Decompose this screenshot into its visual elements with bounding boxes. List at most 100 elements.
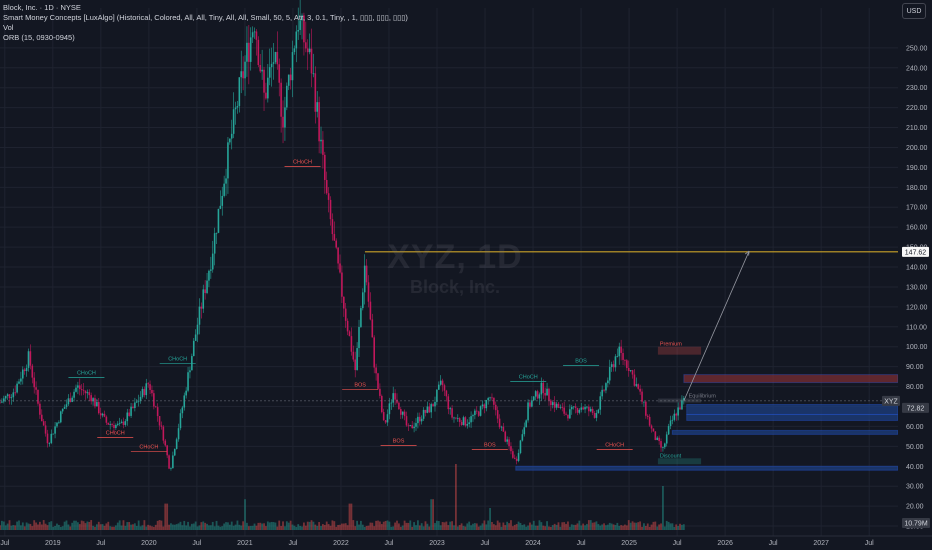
volume-bar — [407, 522, 410, 530]
volume-bar — [561, 522, 564, 530]
volume-bar — [352, 520, 355, 530]
volume-bar — [515, 524, 518, 530]
volume-bar — [4, 525, 7, 530]
volume-bar — [209, 525, 212, 530]
volume-bar — [673, 526, 676, 530]
candle-body — [128, 412, 130, 416]
volume-bar — [14, 525, 17, 530]
volume-bar — [565, 523, 567, 530]
candle-body — [428, 406, 431, 413]
volume-bar — [200, 522, 203, 530]
candle-body — [422, 409, 425, 419]
candle-body — [44, 425, 47, 434]
candle-body — [654, 431, 657, 441]
time-tick-label: Jul — [96, 540, 105, 547]
volume-bar — [584, 525, 586, 530]
zone-label-premium: Premium — [660, 342, 682, 348]
candle-body — [508, 439, 510, 447]
volume-bar — [16, 521, 18, 530]
volume-bar — [551, 525, 554, 530]
volume-bar — [344, 523, 347, 530]
volume-bar — [211, 521, 214, 530]
candle-body — [569, 409, 571, 419]
candle-body — [637, 384, 640, 389]
legend-indicator-orb[interactable]: ORB (15, 0930-0945) — [3, 33, 408, 43]
volume-bar — [428, 526, 431, 530]
volume-bar — [451, 521, 453, 530]
volume-bar — [170, 523, 172, 530]
volume-bar — [179, 521, 182, 530]
volume-bar — [272, 522, 275, 530]
volume-bar — [46, 525, 49, 530]
price-tick-label: 250.00 — [906, 45, 928, 52]
volume-bar — [625, 525, 628, 530]
currency-button[interactable]: USD — [902, 3, 926, 19]
legend-indicator-smc[interactable]: Smart Money Concepts [LuxAlgo] (Historic… — [3, 13, 408, 23]
volume-bar — [289, 520, 292, 530]
volume-bar — [494, 525, 497, 530]
candle-body — [584, 407, 586, 410]
volume-bar — [82, 521, 85, 530]
volume-bar — [542, 525, 545, 530]
volume-bar — [485, 524, 488, 530]
candle-body — [603, 389, 605, 391]
symbol-watermark: XYZ, 1D Block, Inc. — [370, 238, 540, 298]
volume-bar — [627, 520, 630, 530]
volume-bar — [322, 524, 324, 530]
volume-bar — [198, 525, 201, 530]
structure-label: CHoCH — [519, 375, 538, 381]
candle-body — [415, 423, 417, 427]
volume-bar — [156, 520, 159, 530]
candle-body — [331, 219, 334, 235]
candle-body — [200, 306, 203, 309]
time-tick-label: Jul — [192, 540, 201, 547]
volume-bar — [190, 523, 193, 530]
volume-bar — [327, 524, 330, 530]
volume-bars — [0, 464, 685, 530]
candle-body — [162, 426, 165, 441]
volume-bar — [504, 525, 507, 530]
volume-bar — [377, 520, 379, 530]
volume-bar — [426, 523, 429, 530]
time-tick-label: Jul — [384, 540, 393, 547]
price-tick-label: 60.00 — [906, 424, 924, 431]
volume-bar — [679, 523, 681, 530]
volume-bar — [185, 525, 188, 530]
volume-bar — [251, 525, 254, 530]
volume-bar — [126, 522, 129, 530]
volume-bar — [325, 521, 328, 530]
candle-body — [111, 424, 113, 426]
candle-body — [71, 397, 73, 402]
candle-body — [447, 396, 450, 410]
time-tick-label: 2027 — [813, 540, 829, 547]
zone-label-equilibrium: Equilibrium — [689, 394, 717, 400]
volume-bar — [553, 523, 556, 530]
candle-body — [25, 367, 28, 372]
candle-body — [620, 346, 622, 353]
price-tick-label: 230.00 — [906, 85, 928, 92]
volume-bar — [418, 525, 421, 530]
volume-bar — [677, 525, 680, 530]
candle-body — [90, 395, 92, 402]
volume-bar — [367, 525, 370, 530]
volume-bar — [166, 503, 169, 530]
candle-body — [337, 247, 339, 264]
volume-bar — [208, 525, 210, 530]
candle-body — [221, 195, 224, 206]
volume-bar — [432, 499, 434, 530]
volume-bar — [397, 523, 400, 530]
time-axis[interactable]: Jul 2019 Jul 2020 Jul 2021 Jul 2022 Jul 2023 Jul 20… — [0, 535, 932, 547]
legend-symbol[interactable]: Block, Inc. · 1D · NYSE — [3, 3, 408, 13]
candle-body — [610, 364, 613, 368]
candle-body — [483, 404, 486, 409]
volume-bar — [67, 524, 70, 530]
candle-body — [618, 346, 621, 357]
volume-bar — [403, 520, 406, 530]
volume-bar — [511, 526, 514, 530]
volume-bar — [133, 523, 136, 530]
candle-body — [320, 139, 322, 142]
candle-body — [312, 73, 315, 75]
candle-body — [215, 232, 218, 234]
candle-body — [318, 102, 320, 142]
legend-indicator-vol[interactable]: Vol — [3, 23, 408, 33]
